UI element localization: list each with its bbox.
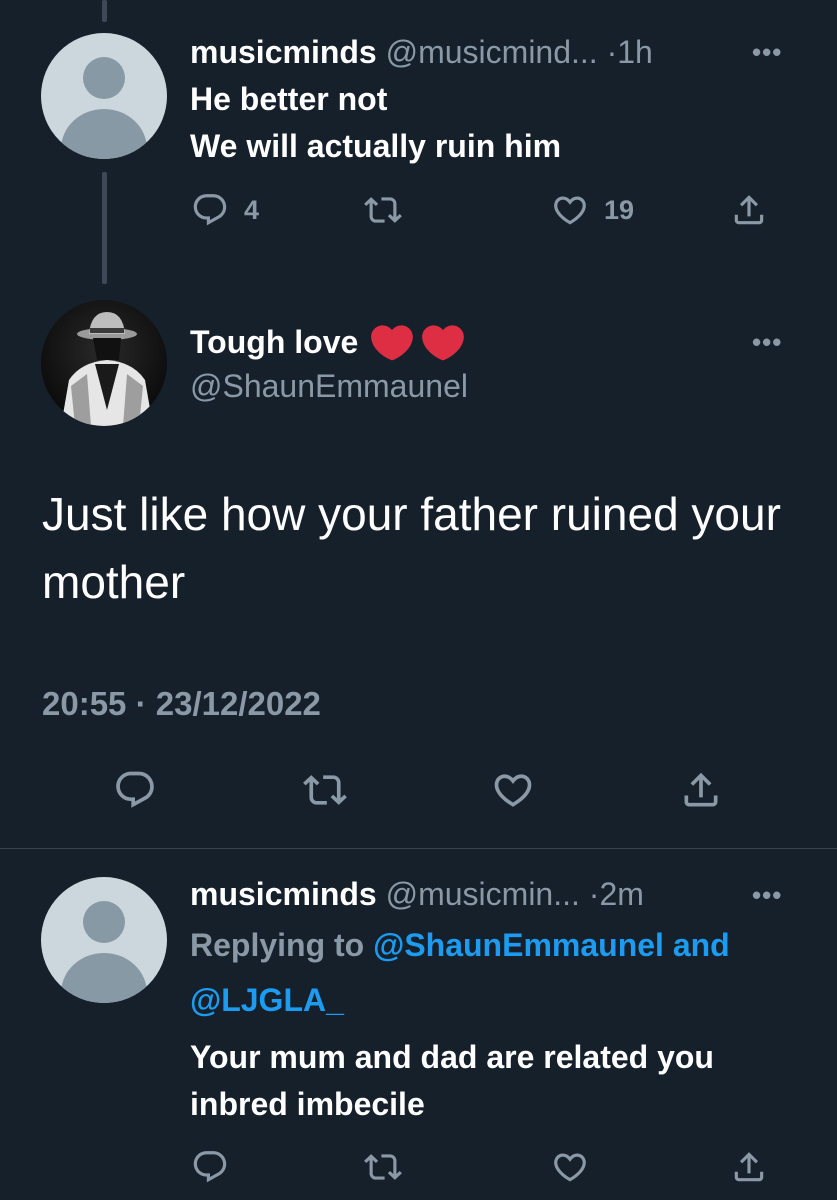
thread-line-middle	[102, 172, 107, 284]
avatar-silhouette	[61, 312, 153, 426]
retweet-button[interactable]	[302, 768, 348, 812]
divider	[0, 848, 837, 849]
share-icon	[734, 1152, 764, 1182]
reply-icon	[116, 771, 154, 808]
mention-link[interactable]: @LJGLA_	[190, 982, 344, 1018]
handle[interactable]: @musicmind...	[386, 34, 598, 70]
handle[interactable]: @ShaunEmmaunel	[190, 366, 468, 406]
red-heart-icon	[371, 324, 414, 360]
avatar[interactable]	[41, 33, 167, 159]
display-name[interactable]: Tough love	[190, 324, 358, 360]
like-button[interactable]: 19	[550, 191, 634, 229]
timestamp[interactable]: 1h	[617, 34, 653, 70]
reply-button[interactable]	[190, 1148, 230, 1186]
more-icon[interactable]: •••	[752, 329, 782, 355]
heart-icon	[554, 196, 586, 225]
heart-icon	[554, 1153, 586, 1182]
reply-button[interactable]: 4	[190, 191, 259, 229]
display-name[interactable]: musicminds	[190, 876, 377, 912]
avatar[interactable]	[41, 877, 167, 1003]
retweet-icon	[303, 775, 347, 805]
reply-text: Your mum and dad are related you inbred …	[190, 1034, 714, 1128]
like-count: 19	[604, 194, 635, 225]
focused-tweet-text: Just like how your father ruined your mo…	[42, 488, 781, 608]
retweet-icon	[364, 1154, 402, 1180]
focused-timestamp[interactable]: 20:55 · 23/12/2022	[42, 684, 321, 724]
share-button[interactable]	[729, 1148, 769, 1186]
timestamp[interactable]: 2m	[599, 876, 643, 912]
tweet-header: musicminds @musicmind... ·1h	[190, 32, 653, 72]
handle[interactable]: @musicmin...	[386, 876, 580, 912]
reply-icon	[193, 194, 227, 226]
retweet-icon	[364, 197, 402, 223]
separator: ·	[588, 876, 600, 912]
time: 20:55	[42, 685, 127, 722]
reply-header: musicminds @musicmin... ·2m	[190, 874, 644, 914]
heart-icon	[494, 774, 532, 807]
replying-to-line-2: @LJGLA_	[190, 980, 344, 1020]
display-name[interactable]: musicminds	[190, 34, 377, 70]
more-icon[interactable]: •••	[752, 882, 782, 908]
reply-text-line: Your mum and dad are related you	[190, 1039, 714, 1075]
retweet-button[interactable]	[363, 191, 403, 229]
share-button[interactable]	[729, 191, 769, 229]
share-icon	[684, 772, 718, 807]
replying-prefix: Replying to	[190, 927, 374, 963]
like-button[interactable]	[490, 768, 536, 812]
mention-link[interactable]: @ShaunEmmaunel	[373, 927, 664, 963]
more-icon[interactable]: •••	[752, 39, 782, 65]
red-heart-icon	[422, 324, 464, 360]
replying-to: Replying to @ShaunEmmaunel and	[190, 925, 730, 965]
tweet-text: He better not We will actually ruin him	[190, 76, 561, 170]
share-icon	[734, 195, 764, 225]
date: 23/12/2022	[155, 685, 321, 722]
like-button[interactable]	[550, 1148, 590, 1186]
avatar[interactable]	[41, 300, 167, 426]
reply-text-line: inbred imbecile	[190, 1086, 425, 1122]
separator: ·	[135, 685, 147, 722]
reply-icon	[193, 1151, 227, 1183]
separator: ·	[606, 34, 618, 70]
thread-line-top	[102, 0, 107, 22]
reply-button[interactable]	[112, 768, 158, 812]
tweet-text-line: We will actually ruin him	[190, 128, 562, 164]
replying-and: and	[663, 927, 730, 963]
focused-header: Tough love	[190, 322, 464, 365]
share-button[interactable]	[678, 768, 724, 812]
tweet-text-line: He better not	[190, 81, 388, 117]
retweet-button[interactable]	[363, 1148, 403, 1186]
reply-count: 4	[244, 194, 260, 225]
